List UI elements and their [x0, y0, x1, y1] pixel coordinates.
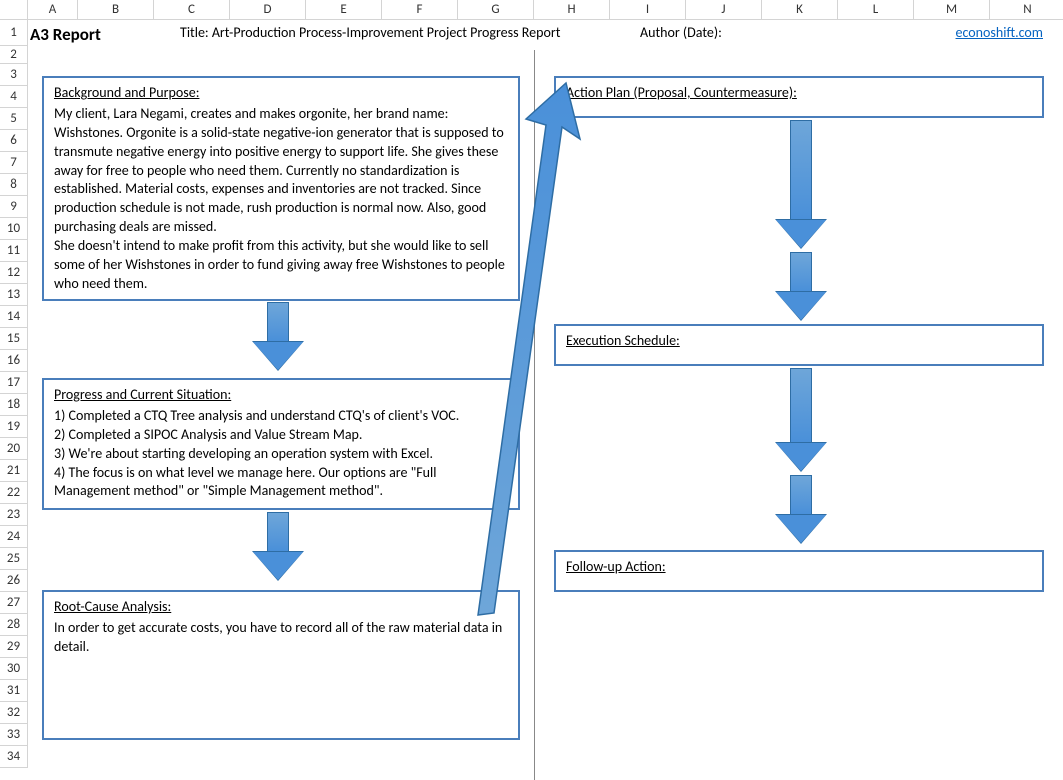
row-header[interactable]: 33: [0, 724, 28, 746]
sheet-content: A3 Report Title: Art-Production Process-…: [28, 20, 1063, 773]
row-header[interactable]: 4: [0, 86, 28, 108]
row-header[interactable]: 22: [0, 482, 28, 504]
row-header[interactable]: 13: [0, 284, 28, 306]
column-header[interactable]: N: [990, 0, 1063, 20]
column-header[interactable]: K: [762, 0, 838, 20]
row-header[interactable]: 32: [0, 702, 28, 724]
schedule-box: Execution Schedule:: [554, 324, 1044, 366]
row-header[interactable]: 12: [0, 262, 28, 284]
row-header[interactable]: 24: [0, 526, 28, 548]
column-header[interactable]: H: [534, 0, 610, 20]
column-header[interactable]: J: [686, 0, 762, 20]
vertical-divider: [534, 50, 535, 780]
progress-heading: Progress and Current Situation:: [54, 386, 508, 405]
column-header[interactable]: D: [230, 0, 306, 20]
followup-box: Follow-up Action:: [554, 550, 1044, 592]
action-heading: Action Plan (Proposal, Countermeasure):: [566, 84, 1032, 103]
row-header[interactable]: 10: [0, 218, 28, 240]
row-header[interactable]: 19: [0, 416, 28, 438]
column-header[interactable]: I: [610, 0, 686, 20]
row-header[interactable]: 16: [0, 350, 28, 372]
arrow-down-icon: [253, 512, 303, 582]
column-header[interactable]: L: [838, 0, 914, 20]
arrow-down-icon: [776, 475, 826, 545]
row-header[interactable]: 29: [0, 636, 28, 658]
progress-box: Progress and Current Situation: 1) Compl…: [42, 378, 520, 510]
column-header[interactable]: B: [78, 0, 154, 20]
row-header[interactable]: 25: [0, 548, 28, 570]
column-header[interactable]: A: [28, 0, 78, 20]
rootcause-heading: Root-Cause Analysis:: [54, 598, 508, 617]
row-header[interactable]: 18: [0, 394, 28, 416]
row-header[interactable]: 9: [0, 196, 28, 218]
rootcause-box: Root-Cause Analysis: In order to get acc…: [42, 590, 520, 740]
row-header[interactable]: 23: [0, 504, 28, 526]
background-body: My client, Lara Negami, creates and make…: [54, 105, 505, 292]
row-header[interactable]: 21: [0, 460, 28, 482]
background-box: Background and Purpose: My client, Lara …: [42, 76, 520, 301]
report-title: A3 Report: [30, 24, 101, 45]
rootcause-body: In order to get accurate costs, you have…: [54, 619, 502, 655]
action-box: Action Plan (Proposal, Countermeasure):: [554, 76, 1044, 118]
row-header[interactable]: 17: [0, 372, 28, 394]
row-header[interactable]: 1: [0, 20, 28, 46]
column-header[interactable]: E: [306, 0, 382, 20]
column-header[interactable]: F: [382, 0, 458, 20]
arrow-down-icon: [253, 302, 303, 372]
row-header[interactable]: 15: [0, 328, 28, 350]
followup-heading: Follow-up Action:: [566, 558, 1032, 577]
background-heading: Background and Purpose:: [54, 84, 508, 103]
arrow-down-icon: [776, 368, 826, 473]
report-subtitle: Title: Art-Production Process-Improvemen…: [180, 24, 560, 41]
row-header[interactable]: 2: [0, 46, 28, 64]
row-header[interactable]: 11: [0, 240, 28, 262]
grid-corner[interactable]: [0, 0, 28, 20]
column-header[interactable]: G: [458, 0, 534, 20]
row-header[interactable]: 28: [0, 614, 28, 636]
arrow-down-icon: [776, 252, 826, 322]
arrow-down-icon: [776, 120, 826, 250]
row-header[interactable]: 3: [0, 64, 28, 86]
row-header[interactable]: 27: [0, 592, 28, 614]
author-label: Author (Date):: [640, 24, 722, 41]
schedule-heading: Execution Schedule:: [566, 332, 1032, 351]
row-header[interactable]: 26: [0, 570, 28, 592]
row-header[interactable]: 14: [0, 306, 28, 328]
row-header[interactable]: 20: [0, 438, 28, 460]
column-header[interactable]: M: [914, 0, 990, 20]
row-header[interactable]: 30: [0, 658, 28, 680]
column-header[interactable]: C: [154, 0, 230, 20]
row-header[interactable]: 7: [0, 152, 28, 174]
title-row: A3 Report Title: Art-Production Process-…: [30, 24, 1053, 48]
row-header[interactable]: 31: [0, 680, 28, 702]
row-header[interactable]: 6: [0, 130, 28, 152]
progress-body: 1) Completed a CTQ Tree analysis and und…: [54, 407, 459, 500]
row-header[interactable]: 8: [0, 174, 28, 196]
row-header[interactable]: 34: [0, 746, 28, 768]
row-header[interactable]: 5: [0, 108, 28, 130]
source-link[interactable]: econoshift.com: [956, 24, 1043, 41]
